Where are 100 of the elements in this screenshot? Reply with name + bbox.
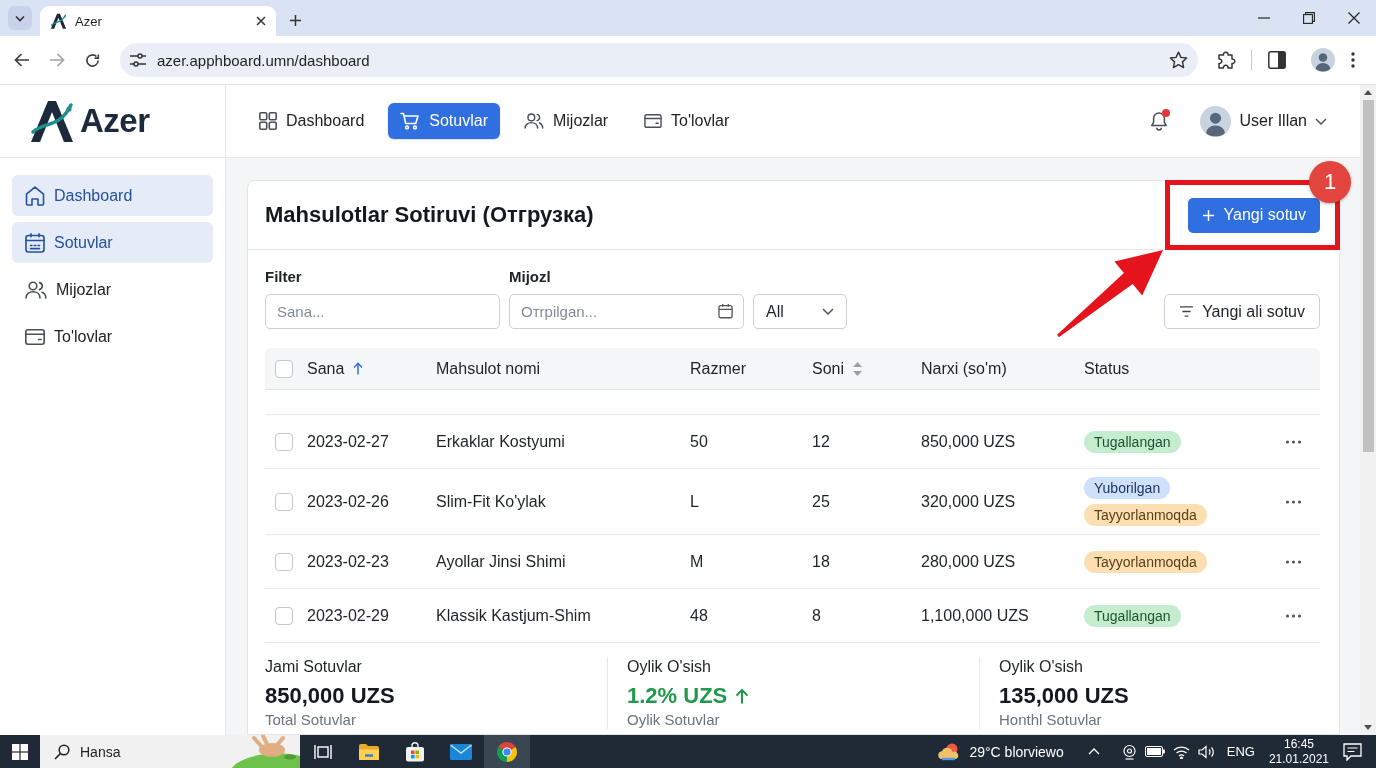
column-header: Sana <box>307 359 345 378</box>
tune-icon[interactable] <box>129 53 147 67</box>
filter-label: Mijozl <box>509 267 552 287</box>
column-header: Narxi (so'm) <box>921 359 1007 378</box>
puzzle-icon[interactable] <box>1217 50 1237 70</box>
date-input[interactable]: Отrpilgan... <box>509 294 744 329</box>
star-icon[interactable] <box>1169 51 1188 69</box>
notification-icon[interactable] <box>1343 742 1362 761</box>
more-horizontal-icon[interactable] <box>1284 439 1302 444</box>
nav-tab[interactable]: Sotuvlar <box>388 103 500 139</box>
camera-icon[interactable] <box>1121 743 1137 760</box>
row-checkbox[interactable] <box>275 606 293 625</box>
filter-button[interactable]: Yangi ali sotuv <box>1164 294 1320 329</box>
page-title: Mahsulotlar Sotiruvi (Отгрузка) <box>265 202 594 228</box>
stat-value: 1.2% UZS <box>627 683 728 709</box>
search-icon <box>54 743 70 760</box>
filter-label: Filter <box>265 267 303 287</box>
restore-icon[interactable] <box>1302 12 1315 24</box>
table-cell: Klassik Kastjum-Shim <box>436 606 591 624</box>
sidebar-item[interactable]: Dashboard <box>12 175 213 216</box>
filter-input[interactable]: Sana... <box>265 294 500 329</box>
search-highlight-drawing <box>232 735 300 768</box>
chevron-down-icon <box>1315 117 1327 125</box>
stat-label: Oylik O'sish <box>627 657 712 677</box>
address-bar[interactable]: azer.apphboard.umn/dashboard <box>120 43 1198 77</box>
more-horizontal-icon[interactable] <box>1284 499 1302 504</box>
table-cell: 25 <box>812 492 830 510</box>
column-header: Razmer <box>690 359 746 378</box>
column-header: Mahsulot nomi <box>436 359 541 378</box>
table-cell: Erkaklar Kostyumi <box>436 432 565 450</box>
table-cell: L <box>690 492 699 510</box>
plus-icon[interactable] <box>289 14 302 27</box>
stat-label: Oylik O'sish <box>999 657 1084 677</box>
calendar-icon[interactable] <box>718 303 733 319</box>
stat-label: Jami Sotuvlar <box>265 657 363 677</box>
filter-lines-icon <box>1179 306 1195 317</box>
speaker-icon[interactable] <box>1197 744 1215 759</box>
select-all-checkbox[interactable] <box>275 359 293 378</box>
row-checkbox[interactable] <box>275 552 293 571</box>
chevron-up-icon[interactable] <box>1087 748 1100 755</box>
nav-tab[interactable]: Dashboard <box>247 103 377 139</box>
users-icon <box>524 113 544 129</box>
task-view-icon <box>314 743 332 760</box>
nav-tab[interactable]: To'lovlar <box>632 103 742 139</box>
row-checkbox[interactable] <box>275 492 293 511</box>
menu-dots-icon[interactable] <box>1351 52 1355 68</box>
status-badge: Tugallangan <box>1084 604 1181 627</box>
table-cell: 1,100,000 UZS <box>921 606 1029 624</box>
column-header: Soni <box>812 359 845 378</box>
taskbar-search[interactable]: Hansa <box>40 735 300 768</box>
sidebar-item[interactable]: Mijozlar <box>12 269 213 310</box>
sidebar-item[interactable]: Sotuvlar <box>12 222 213 263</box>
nav-tab[interactable]: Mijozlar <box>512 103 621 139</box>
table-cell: 2023-02-26 <box>307 492 389 510</box>
table-cell: 280,000 UZS <box>921 552 1016 570</box>
stat-caption: Total Sotuvlar <box>265 711 357 729</box>
reload-icon[interactable] <box>84 52 100 68</box>
table-cell: 2023-02-29 <box>307 606 389 624</box>
calendar-icon <box>25 232 45 253</box>
wifi-icon[interactable] <box>1172 744 1190 759</box>
taskbar-app[interactable] <box>484 735 530 768</box>
profile-avatar-icon[interactable] <box>1311 48 1335 72</box>
more-horizontal-icon[interactable] <box>1284 613 1302 618</box>
wallet-card-icon <box>644 114 663 128</box>
close-icon[interactable] <box>1347 12 1360 24</box>
scrollbar-track[interactable] <box>1360 85 1376 735</box>
weather-widget[interactable]: 29°C blorviewo <box>938 742 1064 761</box>
language-indicator[interactable]: ENG <box>1226 744 1255 759</box>
arrow-left-icon[interactable] <box>14 53 30 67</box>
scrollbar-thumb[interactable] <box>1362 100 1374 452</box>
browser-tab[interactable]: Azer <box>40 6 276 36</box>
scroll-down-icon[interactable] <box>1364 725 1372 730</box>
chevron-down-icon <box>822 308 834 315</box>
stat-caption: Oylik Sotuvlar <box>627 711 721 729</box>
folder-icon <box>358 742 380 761</box>
user-avatar-icon[interactable] <box>1200 105 1232 137</box>
close-icon[interactable] <box>256 16 266 26</box>
stat-value: 850,000 UZS <box>265 683 395 709</box>
minimize-icon[interactable] <box>1257 17 1270 19</box>
sidebar-item[interactable]: To'lovlar <box>12 316 213 357</box>
home-icon <box>25 185 45 206</box>
user-menu-button[interactable]: User Illan <box>1200 105 1327 137</box>
status-badge: Tayyorlanmoqda <box>1084 504 1207 526</box>
table-cell: 8 <box>812 606 821 624</box>
grid-icon <box>259 112 277 130</box>
column-header: Status <box>1084 359 1130 378</box>
sort-ascending-icon[interactable] <box>353 362 364 375</box>
status-select[interactable]: All <box>753 294 847 329</box>
clock[interactable]: 16:45 21.01.2021 <box>1268 736 1329 767</box>
side-panel-icon[interactable] <box>1268 51 1286 69</box>
table-cell: 12 <box>812 432 830 450</box>
new-sale-button[interactable]: Yangi sotuv <box>1187 197 1320 233</box>
start-icon <box>12 743 28 760</box>
scroll-up-icon[interactable] <box>1364 90 1372 95</box>
chevron-down-icon[interactable] <box>8 6 32 30</box>
stat-value: 135,000 UZS <box>999 683 1129 709</box>
table-cell: 50 <box>690 432 708 450</box>
row-checkbox[interactable] <box>275 432 293 451</box>
more-horizontal-icon[interactable] <box>1284 559 1302 564</box>
battery-icon[interactable] <box>1144 746 1165 757</box>
